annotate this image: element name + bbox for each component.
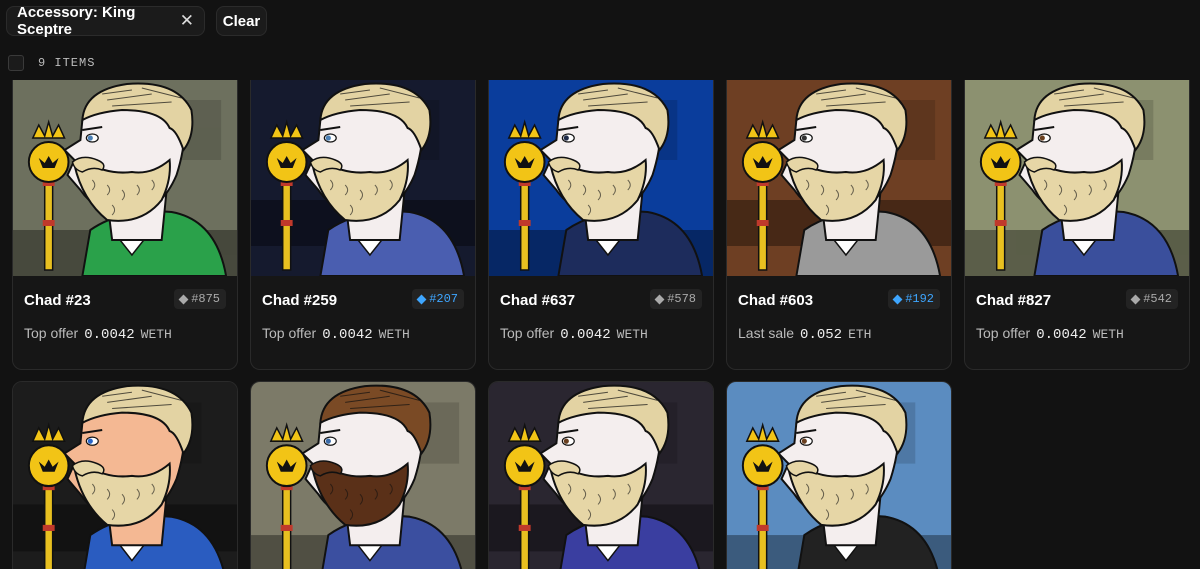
rarity-rank: #192 bbox=[905, 292, 934, 306]
nft-artwork bbox=[727, 382, 951, 569]
price-label: Top offer bbox=[262, 325, 317, 341]
active-filter-label: Accessory: King Sceptre bbox=[17, 4, 136, 38]
rarity-rank-badge: #542 bbox=[1126, 289, 1178, 309]
active-filter-chip[interactable]: Accessory: King Sceptre ✕ bbox=[6, 4, 205, 38]
price-row: Top offer 0.0042 WETH bbox=[976, 325, 1124, 343]
nft-card[interactable] bbox=[250, 381, 476, 569]
nft-card[interactable] bbox=[12, 381, 238, 569]
price-row: Last sale 0.052 ETH bbox=[738, 325, 871, 343]
nft-artwork bbox=[13, 382, 237, 569]
rarity-diamond-icon bbox=[892, 294, 903, 304]
remove-filter-icon[interactable]: ✕ bbox=[180, 11, 194, 31]
nft-artwork bbox=[251, 80, 475, 276]
nft-name: Chad #23 bbox=[24, 292, 91, 309]
price-label: Last sale bbox=[738, 325, 795, 341]
clear-filters-button[interactable]: Clear bbox=[216, 6, 267, 36]
rarity-rank-badge: #875 bbox=[174, 289, 226, 309]
rarity-rank: #578 bbox=[667, 292, 696, 306]
nft-artwork bbox=[727, 80, 951, 276]
price-currency: WETH bbox=[140, 327, 172, 342]
nft-card[interactable] bbox=[726, 381, 952, 569]
nft-name: Chad #827 bbox=[976, 292, 1052, 309]
rarity-diamond-icon bbox=[654, 294, 665, 304]
select-all-checkbox[interactable] bbox=[8, 55, 24, 71]
rarity-rank: #875 bbox=[191, 292, 220, 306]
nft-name: Chad #637 bbox=[500, 292, 576, 309]
item-count: 9 ITEMS bbox=[38, 56, 96, 70]
nft-card[interactable] bbox=[488, 381, 714, 569]
price-label: Top offer bbox=[500, 325, 555, 341]
rarity-rank-badge: #192 bbox=[888, 289, 940, 309]
nft-card[interactable]: Chad #827 #542 Top offer 0.0042 WETH bbox=[964, 80, 1190, 370]
nft-artwork bbox=[489, 382, 713, 569]
rarity-rank-badge: #578 bbox=[650, 289, 702, 309]
price-value: 0.0042 bbox=[560, 327, 611, 343]
price-value: 0.0042 bbox=[1036, 327, 1087, 343]
nft-card[interactable]: Chad #259 #207 Top offer 0.0042 WETH bbox=[250, 80, 476, 370]
price-label: Top offer bbox=[976, 325, 1031, 341]
price-currency: WETH bbox=[616, 327, 648, 342]
nft-card[interactable]: Chad #637 #578 Top offer 0.0042 WETH bbox=[488, 80, 714, 370]
nft-artwork bbox=[489, 80, 713, 276]
nft-artwork bbox=[965, 80, 1189, 276]
rarity-diamond-icon bbox=[1130, 294, 1141, 304]
nft-name: Chad #259 bbox=[262, 292, 338, 309]
nft-name: Chad #603 bbox=[738, 292, 814, 309]
rarity-diamond-icon bbox=[416, 294, 427, 304]
nft-artwork bbox=[13, 80, 237, 276]
price-value: 0.052 bbox=[800, 327, 843, 343]
nft-card[interactable]: Chad #23 #875 Top offer 0.0042 WETH bbox=[12, 80, 238, 370]
price-row: Top offer 0.0042 WETH bbox=[262, 325, 410, 343]
rarity-rank-badge: #207 bbox=[412, 289, 464, 309]
rarity-diamond-icon bbox=[178, 294, 189, 304]
price-label: Top offer bbox=[24, 325, 79, 341]
nft-card[interactable]: Chad #603 #192 Last sale 0.052 ETH bbox=[726, 80, 952, 370]
price-value: 0.0042 bbox=[84, 327, 135, 343]
price-currency: WETH bbox=[1092, 327, 1124, 342]
price-value: 0.0042 bbox=[322, 327, 373, 343]
price-row: Top offer 0.0042 WETH bbox=[24, 325, 172, 343]
rarity-rank: #207 bbox=[429, 292, 458, 306]
price-currency: ETH bbox=[848, 327, 872, 342]
price-currency: WETH bbox=[378, 327, 410, 342]
price-row: Top offer 0.0042 WETH bbox=[500, 325, 648, 343]
nft-artwork bbox=[251, 382, 475, 569]
item-grid: Chad #23 #875 Top offer 0.0042 WETH Chad… bbox=[0, 80, 1200, 569]
rarity-rank: #542 bbox=[1143, 292, 1172, 306]
